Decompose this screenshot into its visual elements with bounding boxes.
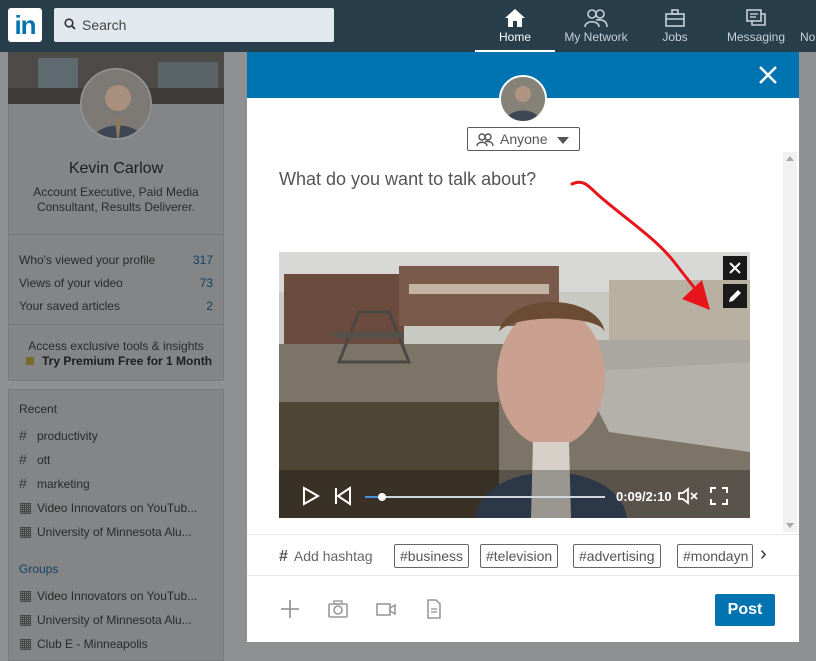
nav-home[interactable]: Home	[475, 0, 555, 52]
group-item[interactable]: ▦ University of Minnesota Alu...	[19, 611, 192, 628]
linkedin-logo[interactable]: in	[8, 8, 42, 42]
stat-label: Views of your video	[19, 276, 123, 290]
nav-home-label: Home	[498, 30, 531, 44]
premium-promo-text: Access exclusive tools & insights	[28, 339, 204, 353]
group-item-label: Video Innovators on YouTub...	[37, 589, 198, 603]
plus-icon[interactable]	[279, 598, 301, 620]
video-time: 0:09/2:10	[616, 489, 672, 504]
chevron-right-icon[interactable]: ›	[760, 543, 767, 566]
audience-dropdown[interactable]: Anyone	[467, 127, 580, 151]
stat-value: 73	[199, 276, 213, 290]
recent-item[interactable]: # marketing	[19, 475, 90, 491]
nav-notifications-label: No	[800, 30, 816, 44]
stat-saved-articles[interactable]: Your saved articles 2	[19, 299, 213, 313]
premium-badge-icon	[26, 357, 34, 365]
recent-item-label: Video Innovators on YouTub...	[37, 501, 198, 515]
jobs-icon	[665, 9, 685, 27]
post-composer-placeholder[interactable]: What do you want to talk about?	[279, 169, 536, 190]
recent-item[interactable]: ▦ Video Innovators on YouTub...	[19, 499, 197, 516]
profile-headline: Account Executive, Paid Media Consultant…	[33, 185, 199, 214]
modal-scrollbar[interactable]	[783, 152, 797, 532]
nav-jobs-label: Jobs	[662, 30, 688, 44]
add-hashtag-button[interactable]: # Add hashtag	[279, 548, 373, 566]
recent-item[interactable]: # ott	[19, 451, 50, 467]
profile-name[interactable]: Kevin Carlow	[8, 160, 224, 178]
recent-heading: Recent	[19, 402, 58, 416]
stat-profile-views[interactable]: Who's viewed your profile 317	[19, 253, 213, 267]
hashtag-bar: # Add hashtag #business #television #adve…	[247, 534, 799, 576]
messaging-icon	[746, 9, 766, 26]
divider	[8, 234, 224, 235]
group-item[interactable]: ▦ Video Innovators on YouTub...	[19, 587, 197, 604]
group-icon: ▦	[19, 611, 33, 627]
group-item-label: University of Minnesota Alu...	[37, 613, 192, 627]
stat-label: Your saved articles	[19, 299, 120, 313]
groups-heading[interactable]: Groups	[19, 562, 58, 576]
divider	[8, 324, 224, 325]
video-camera-icon[interactable]	[375, 598, 397, 620]
share-post-modal: Anyone What do you want to talk about? 0…	[247, 52, 799, 642]
nav-my-network-label: My Network	[564, 30, 628, 44]
hashtag-chip[interactable]: #mondayn	[677, 544, 753, 568]
camera-icon[interactable]	[327, 598, 349, 620]
search-input[interactable]	[82, 8, 322, 42]
group-icon: ▦	[19, 499, 33, 515]
recent-item-label: productivity	[37, 429, 98, 443]
nav-my-network[interactable]: My Network	[557, 0, 635, 52]
recent-item-label: marketing	[37, 477, 90, 491]
author-avatar	[499, 75, 547, 123]
hashtag-chip[interactable]: #television	[480, 544, 559, 568]
nav-messaging-label: Messaging	[726, 30, 786, 44]
scroll-up-arrow-icon[interactable]	[786, 156, 794, 161]
home-icon	[505, 9, 525, 27]
add-hashtag-label: Add hashtag	[293, 548, 373, 564]
recent-item-label: University of Minnesota Alu...	[37, 525, 192, 539]
nav-notifications[interactable]: No	[800, 0, 816, 52]
notifications-icon	[800, 0, 816, 30]
group-icon: ▦	[19, 523, 33, 539]
fullscreen-icon[interactable]	[709, 486, 729, 506]
group-item-label: Club E - Minneapolis	[37, 637, 148, 651]
search-box[interactable]	[54, 8, 334, 42]
video-progress-handle[interactable]	[377, 493, 386, 501]
hashtag-icon: #	[19, 427, 27, 443]
video-progress-bar[interactable]	[365, 493, 605, 501]
hashtag-icon: #	[19, 475, 27, 491]
skip-back-icon[interactable]	[333, 486, 353, 506]
hashtag-icon: #	[279, 548, 288, 565]
profile-avatar[interactable]	[80, 68, 152, 140]
network-icon	[584, 9, 608, 28]
annotation-arrow	[570, 180, 710, 310]
group-icon: ▦	[19, 635, 33, 651]
document-icon[interactable]	[423, 598, 445, 620]
recent-item[interactable]: ▦ University of Minnesota Alu...	[19, 523, 192, 540]
recent-item[interactable]: # productivity	[19, 427, 98, 443]
stat-value: 317	[192, 253, 213, 267]
volume-icon[interactable]	[677, 486, 699, 506]
group-icon: ▦	[19, 587, 33, 603]
stat-label: Who's viewed your profile	[19, 253, 156, 267]
video-controls: 0:09/2:10	[279, 472, 750, 518]
hashtag-icon: #	[19, 451, 27, 467]
post-button[interactable]: Post	[715, 594, 775, 626]
hashtag-chip[interactable]: #advertising	[573, 544, 661, 568]
premium-trial-link[interactable]: Try Premium Free for 1 Month	[26, 354, 212, 368]
nav-jobs[interactable]: Jobs	[645, 0, 705, 52]
audience-label: Anyone	[500, 131, 548, 147]
scroll-down-arrow-icon[interactable]	[786, 523, 794, 528]
nav-messaging[interactable]: Messaging	[722, 0, 790, 52]
stat-video-views[interactable]: Views of your video 73	[19, 276, 213, 290]
close-icon[interactable]	[757, 64, 779, 86]
chevron-down-icon	[557, 137, 569, 144]
people-icon	[476, 133, 494, 147]
search-icon	[64, 18, 76, 30]
play-icon[interactable]	[301, 486, 321, 506]
hashtag-chip[interactable]: #business	[394, 544, 470, 568]
top-nav: in Home My Network Jobs Messaging No	[0, 0, 816, 52]
group-item[interactable]: ▦ Club E - Minneapolis	[19, 635, 148, 652]
recent-item-label: ott	[37, 453, 51, 467]
premium-trial-label: Try Premium Free for 1 Month	[42, 354, 213, 368]
stat-value: 2	[206, 299, 213, 313]
